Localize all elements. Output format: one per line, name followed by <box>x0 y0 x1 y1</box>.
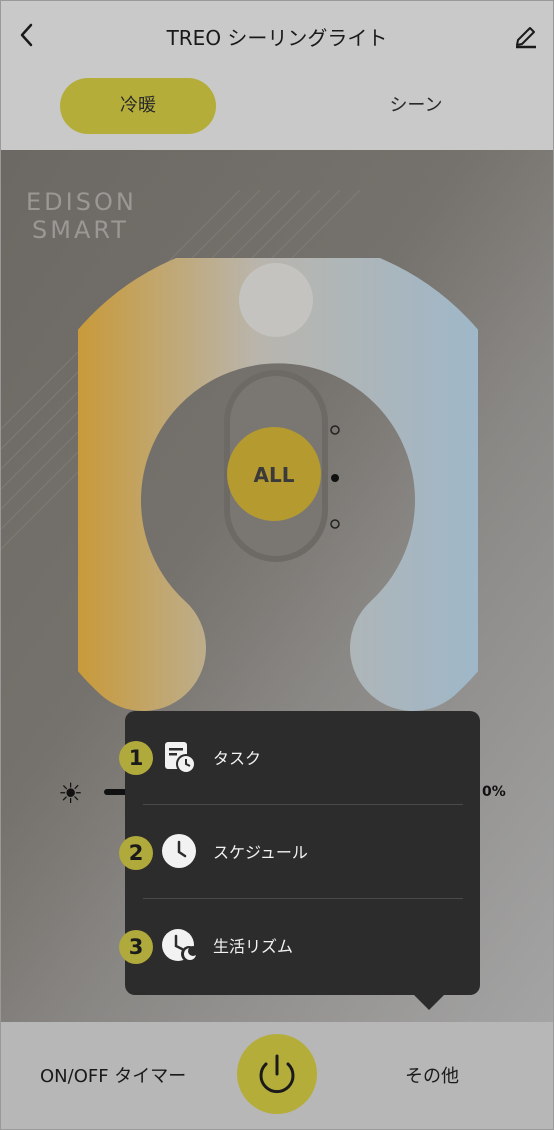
all-zone-label: ALL <box>254 463 295 487</box>
annotation-badge-1: 1 <box>119 741 153 775</box>
other-button[interactable]: その他 <box>405 1062 459 1088</box>
onoff-timer-button[interactable]: ON/OFF タイマー <box>40 1062 186 1088</box>
tab-scene[interactable]: シーン <box>338 78 494 134</box>
tab-scene-label: シーン <box>389 95 443 116</box>
menu-item-task-label: タスク <box>213 749 262 768</box>
power-button[interactable] <box>237 1034 317 1114</box>
color-temperature-dial[interactable]: ALL <box>78 258 478 718</box>
edison-smart-logo: EDISON SMART <box>26 188 137 244</box>
menu-item-life-rhythm-label: 生活リズム <box>213 937 294 956</box>
brightness-value: 0% <box>482 784 506 800</box>
menu-item-life-rhythm[interactable]: 生活リズム <box>125 899 480 993</box>
clock-icon <box>162 834 196 868</box>
life-rhythm-moon-icon <box>162 929 197 962</box>
edit-button[interactable] <box>512 20 540 50</box>
logo-line1: EDISON <box>26 188 137 216</box>
menu-item-task[interactable]: タスク <box>125 711 480 805</box>
menu-item-schedule-label: スケジュール <box>213 843 308 862</box>
annotation-badge-2: 2 <box>119 836 153 870</box>
tab-cool-warm[interactable]: 冷暖 <box>60 78 216 134</box>
temperature-knob[interactable] <box>239 263 313 337</box>
page-title: TREO シーリングライト <box>166 26 388 50</box>
menu-item-schedule[interactable]: スケジュール <box>125 805 480 899</box>
pencil-icon <box>516 27 536 49</box>
tab-cool-warm-label: 冷暖 <box>120 95 156 116</box>
app-header: TREO シーリングライト 冷暖 シーン <box>0 0 554 150</box>
other-menu-popup: タスク スケジュール 生活リズム <box>125 711 480 995</box>
task-clock-icon <box>165 742 196 774</box>
power-icon <box>259 1054 295 1094</box>
sun-icon: ☀ <box>58 777 84 810</box>
logo-line2: SMART <box>32 216 129 244</box>
popup-pointer <box>412 993 446 1010</box>
annotation-badge-3: 3 <box>119 930 153 964</box>
